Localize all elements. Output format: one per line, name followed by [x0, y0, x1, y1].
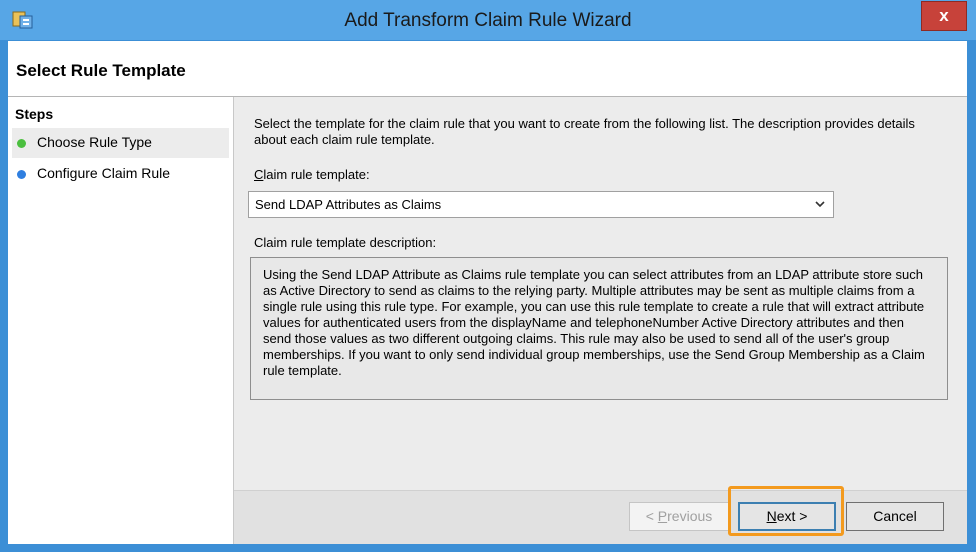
intro-text: Select the template for the claim rule t…: [254, 116, 915, 147]
description-label: Claim rule template description:: [254, 235, 437, 250]
previous-prefix: <: [645, 508, 658, 524]
template-select-value: Send LDAP Attributes as Claims: [255, 197, 442, 212]
step-choose-rule-type[interactable]: Choose Rule Type: [12, 128, 229, 158]
step-label: Choose Rule Type: [37, 134, 152, 150]
close-button[interactable]: x: [921, 1, 967, 31]
main-pane: Select the template for the claim rule t…: [234, 97, 967, 544]
next-button-highlight: [728, 486, 844, 536]
page-header: Select Rule Template: [8, 41, 967, 97]
steps-pane: Steps Choose Rule Type Configure Claim R…: [8, 97, 234, 544]
chevron-down-icon: [815, 201, 825, 208]
step-configure-claim-rule[interactable]: Configure Claim Rule: [12, 159, 229, 189]
step-complete-dot-icon: [17, 139, 26, 148]
template-label-accel: C: [254, 167, 264, 182]
button-bar: < Previous Next > Cancel: [234, 490, 967, 544]
wizard-client-area: Select Rule Template Steps Choose Rule T…: [8, 41, 967, 544]
previous-button[interactable]: < Previous: [629, 502, 729, 531]
previous-accel: P: [657, 508, 668, 524]
cancel-button[interactable]: Cancel: [846, 502, 944, 531]
template-label-rest: laim rule template:: [263, 167, 370, 182]
step-pending-dot-icon: [17, 170, 26, 179]
previous-rest: revious: [667, 508, 713, 524]
wizard-window: Add Transform Claim Rule Wizard x Select…: [0, 0, 976, 552]
window-title: Add Transform Claim Rule Wizard: [344, 10, 632, 31]
steps-heading: Steps: [15, 106, 54, 122]
claim-rule-template-select[interactable]: Send LDAP Attributes as Claims: [248, 191, 834, 218]
title-bar[interactable]: Add Transform Claim Rule Wizard x: [0, 0, 976, 40]
template-description-text: Using the Send LDAP Attribute as Claims …: [263, 267, 925, 378]
template-description-box: Using the Send LDAP Attribute as Claims …: [250, 257, 948, 400]
page-title: Select Rule Template: [16, 61, 186, 80]
template-label: Claim rule template:: [254, 167, 370, 182]
step-label: Configure Claim Rule: [37, 165, 171, 181]
